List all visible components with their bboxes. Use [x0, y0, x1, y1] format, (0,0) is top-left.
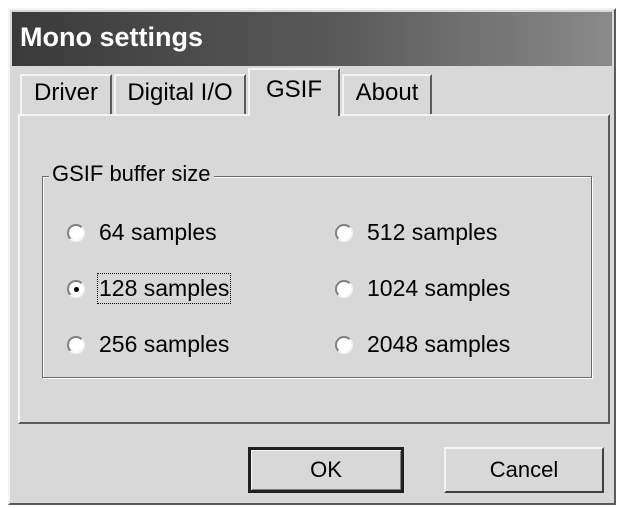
radio-label: 1024 samples	[367, 275, 511, 301]
radio-button-icon[interactable]	[67, 335, 85, 354]
settings-window: Mono settings Driver Digital I/O GSIF Ab…	[8, 8, 616, 505]
tab-digital-io[interactable]: Digital I/O	[114, 74, 246, 114]
tab-panel-gsif: GSIF buffer size 64 samples 128 samples …	[18, 114, 610, 424]
window-title: Mono settings	[20, 22, 203, 52]
tab-about[interactable]: About	[342, 74, 432, 114]
radio-label: 64 samples	[99, 219, 217, 245]
ok-button[interactable]: OK	[248, 447, 404, 493]
radio-label: 512 samples	[367, 219, 498, 245]
radio-label: 128 samples	[96, 273, 232, 304]
radio-1024-samples[interactable]: 1024 samples	[335, 275, 510, 302]
radio-256-samples[interactable]: 256 samples	[67, 331, 229, 358]
radio-128-samples[interactable]: 128 samples	[67, 273, 232, 304]
radio-64-samples[interactable]: 64 samples	[67, 219, 217, 246]
tab-digital-io-label: Digital I/O	[127, 79, 233, 106]
tab-gsif-label: GSIF	[265, 76, 322, 103]
radio-512-samples[interactable]: 512 samples	[335, 219, 497, 246]
title-bar[interactable]: Mono settings	[12, 12, 612, 66]
cancel-button[interactable]: Cancel	[444, 447, 604, 493]
radio-button-icon[interactable]	[335, 279, 353, 298]
radio-button-icon[interactable]	[335, 223, 353, 242]
radio-button-icon[interactable]	[335, 335, 353, 354]
tab-driver-label: Driver	[34, 79, 98, 106]
radio-2048-samples[interactable]: 2048 samples	[335, 331, 510, 358]
radio-label: 2048 samples	[367, 331, 511, 357]
tab-driver[interactable]: Driver	[20, 74, 112, 114]
tab-about-label: About	[355, 79, 419, 106]
tab-gsif[interactable]: GSIF	[248, 68, 340, 116]
radio-label: 256 samples	[99, 331, 230, 357]
radio-button-checked-icon[interactable]	[67, 279, 85, 298]
buffer-size-group: GSIF buffer size 64 samples 128 samples …	[42, 161, 592, 378]
group-legend: GSIF buffer size	[49, 161, 214, 187]
radio-button-icon[interactable]	[67, 223, 85, 242]
